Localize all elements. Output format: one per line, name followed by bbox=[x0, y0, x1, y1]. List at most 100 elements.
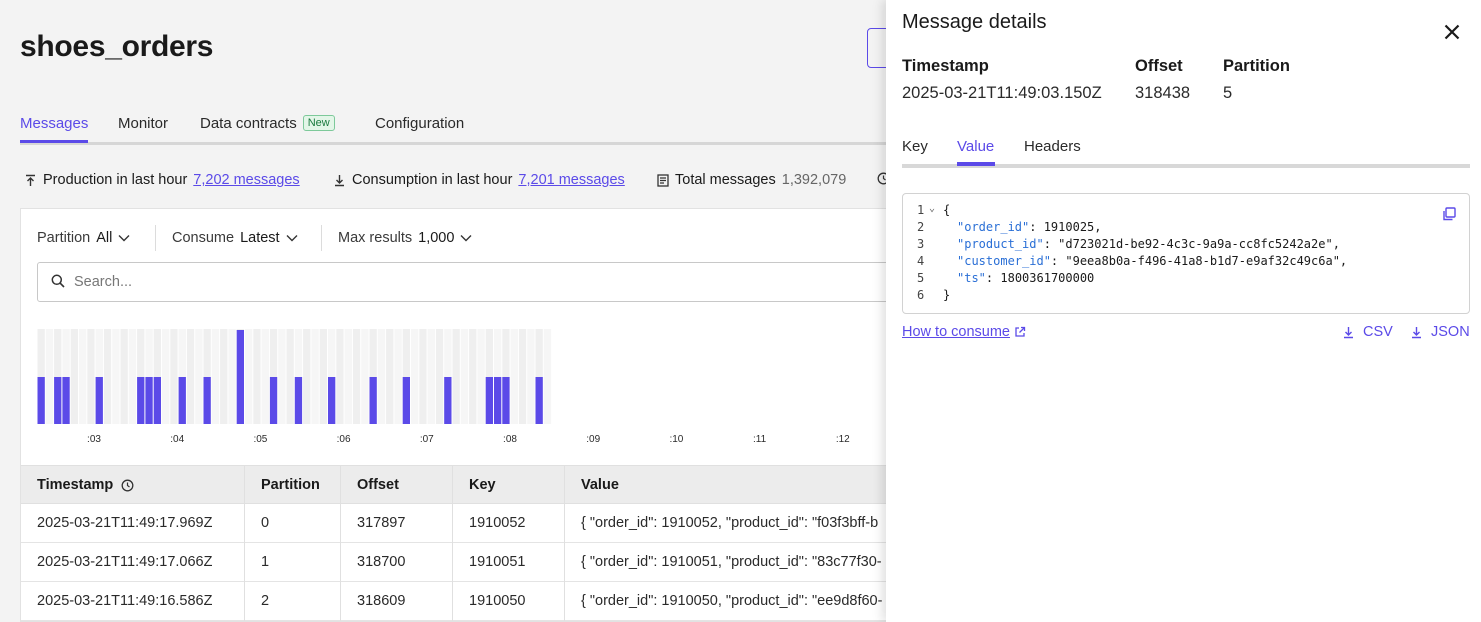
column-header-timestamp-label: Timestamp bbox=[37, 477, 114, 493]
histogram-bar[interactable] bbox=[444, 377, 452, 424]
histogram-bin-background bbox=[452, 329, 460, 424]
histogram-bar[interactable] bbox=[294, 377, 303, 424]
how-to-consume-label: How to consume bbox=[902, 324, 1010, 340]
histogram-bar[interactable] bbox=[145, 377, 153, 424]
column-header-value[interactable]: Value bbox=[581, 477, 619, 493]
histogram-bar[interactable] bbox=[269, 377, 278, 424]
table-row[interactable]: 2025-03-21T11:49:17.969Z 0 317897 191005… bbox=[21, 504, 921, 543]
histogram-bar[interactable] bbox=[328, 377, 336, 424]
json-value: "9eea8b0a-f496-41a8-b1d7-e9af32c49c6a", bbox=[1058, 254, 1348, 268]
histogram-bin-background bbox=[186, 329, 195, 424]
histogram-tick-label: :07 bbox=[420, 434, 434, 445]
histogram-bin-background bbox=[477, 329, 485, 424]
line-number: 1 bbox=[917, 203, 925, 217]
cell-value: { "order_id": 1910050, "product_id": "ee… bbox=[581, 593, 883, 609]
histogram-bar[interactable] bbox=[178, 377, 186, 424]
messages-panel: Partition All Consume Latest Max results… bbox=[20, 208, 921, 622]
tab-monitor[interactable]: Monitor bbox=[118, 115, 168, 132]
histogram-bar[interactable] bbox=[502, 377, 510, 424]
histogram-bar[interactable] bbox=[485, 377, 493, 424]
histogram-bar[interactable] bbox=[62, 377, 70, 424]
histogram-tick-label: :04 bbox=[170, 434, 184, 445]
column-header-key[interactable]: Key bbox=[469, 477, 496, 493]
histogram-bin-background bbox=[336, 329, 344, 424]
histogram-bar[interactable] bbox=[203, 377, 211, 424]
production-messages-link[interactable]: 7,202 messages bbox=[193, 172, 299, 188]
cell-timestamp: 2025-03-21T11:49:16.586Z bbox=[37, 593, 213, 609]
histogram-bin-background bbox=[469, 329, 477, 424]
histogram-bar[interactable] bbox=[54, 377, 62, 424]
download-json-button[interactable]: JSON bbox=[1410, 324, 1470, 340]
tab-data-contracts[interactable]: Data contracts New bbox=[200, 115, 335, 132]
tab-configuration[interactable]: Configuration bbox=[375, 115, 464, 132]
json-code-viewer[interactable]: 1 ⌄ { 2 "order_id": 1910025, 3 "product_… bbox=[902, 193, 1470, 314]
column-divider bbox=[452, 465, 453, 621]
histogram-bin-background bbox=[120, 329, 128, 424]
histogram-tick-label: :03 bbox=[87, 434, 101, 445]
download-icon bbox=[1412, 326, 1421, 338]
tab-messages[interactable]: Messages bbox=[20, 115, 88, 132]
line-number: 6 bbox=[917, 288, 925, 302]
upload-icon bbox=[26, 174, 35, 186]
histogram-bar[interactable] bbox=[236, 330, 244, 424]
histogram-bin-background bbox=[45, 329, 54, 424]
table-row[interactable]: 2025-03-21T11:49:16.586Z 2 318609 191005… bbox=[21, 582, 921, 621]
histogram-bar[interactable] bbox=[402, 377, 410, 424]
histogram-tick-label: :10 bbox=[669, 434, 683, 445]
offset-value: 318438 bbox=[1135, 84, 1191, 102]
total-label: Total messages bbox=[675, 172, 776, 188]
histogram-bin-background bbox=[394, 329, 402, 424]
max-results-filter[interactable]: Max results 1,000 bbox=[338, 225, 472, 251]
consumption-messages-link[interactable]: 7,201 messages bbox=[518, 172, 624, 188]
histogram-bin-background bbox=[344, 329, 352, 424]
histogram-bin-background bbox=[386, 329, 394, 424]
clock-icon bbox=[121, 479, 134, 491]
histogram-bar[interactable] bbox=[494, 377, 502, 424]
histogram-tick-label: :05 bbox=[253, 434, 267, 445]
histogram-bin-background bbox=[128, 329, 137, 424]
column-header-timestamp[interactable]: Timestamp bbox=[37, 477, 134, 493]
table-row[interactable]: 2025-03-21T11:49:17.066Z 1 318700 191005… bbox=[21, 543, 921, 582]
histogram-bin-background bbox=[510, 329, 518, 424]
partition-label: Partition bbox=[1223, 57, 1290, 75]
search-input[interactable] bbox=[74, 263, 894, 301]
consumption-label: Consumption in last hour bbox=[352, 172, 513, 188]
topic-tabs: Messages Monitor Data contracts New Confi… bbox=[20, 113, 900, 145]
cell-offset: 317897 bbox=[357, 515, 406, 531]
partition-filter[interactable]: Partition All bbox=[37, 225, 130, 251]
tab-key[interactable]: Key bbox=[902, 138, 928, 155]
fold-chevron-icon[interactable]: ⌄ bbox=[929, 203, 935, 214]
search-box[interactable] bbox=[37, 262, 917, 302]
histogram-bin-background bbox=[286, 329, 294, 424]
timestamp-label: Timestamp bbox=[902, 57, 989, 75]
download-icon bbox=[1344, 326, 1353, 338]
total-value: 1,392,079 bbox=[781, 172, 847, 188]
chevron-down-icon bbox=[460, 235, 472, 242]
histogram-bar[interactable] bbox=[535, 377, 543, 424]
message-histogram: :03:04:05:06:07:08:09:10:11:12 bbox=[37, 329, 850, 445]
histogram-bin-background bbox=[311, 329, 319, 424]
histogram-bar[interactable] bbox=[369, 377, 377, 424]
cell-offset: 318609 bbox=[357, 593, 406, 609]
copy-icon[interactable] bbox=[1442, 207, 1456, 221]
histogram-bar[interactable] bbox=[137, 377, 145, 424]
offset-label: Offset bbox=[1135, 57, 1183, 75]
histogram-bar[interactable] bbox=[95, 377, 103, 424]
how-to-consume-link[interactable]: How to consume bbox=[902, 324, 1026, 340]
search-icon bbox=[51, 274, 65, 288]
consume-filter[interactable]: Consume Latest bbox=[172, 225, 298, 251]
column-header-partition[interactable]: Partition bbox=[261, 477, 320, 493]
histogram-bar[interactable] bbox=[37, 377, 45, 424]
json-key: "order_id" bbox=[957, 220, 1030, 234]
histogram-bar[interactable] bbox=[153, 377, 161, 424]
close-icon[interactable] bbox=[1442, 22, 1462, 42]
code-text: { bbox=[943, 203, 951, 217]
max-results-value: 1,000 bbox=[418, 230, 455, 246]
tab-headers[interactable]: Headers bbox=[1024, 138, 1081, 155]
message-details-drawer: Message details Timestamp 2025-03-21T11:… bbox=[886, 0, 1481, 622]
tab-value[interactable]: Value bbox=[957, 138, 994, 155]
production-stat: Production in last hour 7,202 messages bbox=[24, 172, 300, 188]
column-header-offset[interactable]: Offset bbox=[357, 477, 399, 493]
download-csv-button[interactable]: CSV bbox=[1342, 324, 1393, 340]
histogram-bin-background bbox=[220, 329, 228, 424]
